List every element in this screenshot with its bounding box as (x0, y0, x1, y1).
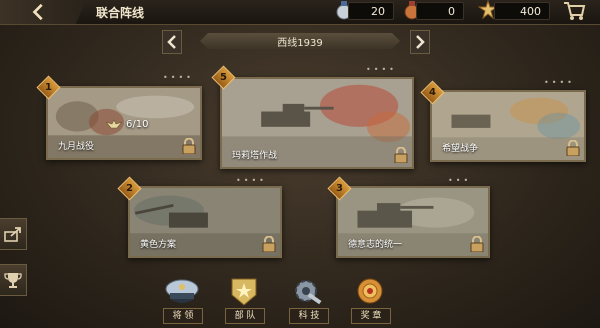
general-cap-icon (165, 279, 199, 303)
lock-icon (470, 236, 484, 252)
trophy-icon (4, 273, 22, 288)
mission-progress: 6/10 (106, 118, 148, 130)
trophy-button[interactable] (0, 264, 27, 296)
chevron-right-icon (416, 35, 425, 49)
generals-label: 将 领 (163, 308, 203, 324)
mission-name: 希望战争 (442, 144, 479, 154)
mission-name: 玛莉塔作战 (232, 151, 278, 161)
army-label: 部 队 (225, 308, 265, 324)
star-count: 400 (494, 2, 550, 20)
star-rating-dots: •••• (544, 78, 575, 87)
back-arrow-icon (32, 3, 43, 21)
mission-progress-value: 6/10 (126, 118, 149, 130)
mission-card-1[interactable]: 6/10 九月战役 (46, 86, 202, 160)
mission-card-2[interactable]: 黄色方案 (128, 186, 282, 258)
back-button[interactable] (0, 0, 86, 24)
mission-card-3[interactable]: 德意志的统一 (336, 186, 490, 258)
share-icon (4, 227, 21, 242)
silver-count: 20 (348, 2, 394, 20)
army-badge-icon (231, 278, 257, 306)
mission-name: 九月战役 (58, 142, 95, 152)
lock-icon (262, 236, 276, 252)
bronze-count: 0 (416, 2, 464, 20)
shop-cart-icon[interactable] (562, 0, 586, 22)
star-rating-dots: •••• (236, 176, 267, 185)
star-rating-dots: ••• (448, 176, 472, 185)
wings-badge-icon (106, 119, 122, 129)
mission-card-5[interactable]: 玛莉塔作战 (220, 77, 414, 169)
lock-icon (566, 140, 580, 156)
chevron-left-icon (167, 35, 176, 49)
medals-button[interactable]: 奖 章 (348, 277, 392, 325)
next-chapter-button[interactable] (410, 30, 430, 54)
star-rating-dots: •••• (366, 65, 397, 74)
tech-label: 科 技 (289, 308, 329, 324)
gear-wrench-icon (295, 280, 322, 305)
lock-icon (394, 147, 408, 163)
lock-icon (182, 138, 196, 154)
medal-icon (357, 278, 383, 304)
medals-label: 奖 章 (351, 308, 391, 324)
share-button[interactable] (0, 218, 27, 250)
mission-name: 黄色方案 (140, 240, 177, 250)
prev-chapter-button[interactable] (162, 30, 182, 54)
top-bar: 联合阵线 20 0 400 (0, 0, 600, 25)
mission-name: 德意志的统一 (348, 240, 403, 250)
page-title: 联合阵线 (96, 6, 145, 20)
tech-button[interactable]: 科 技 (286, 277, 330, 325)
generals-button[interactable]: 将 领 (160, 277, 204, 325)
chapter-title: 西线1939 (200, 33, 400, 49)
army-button[interactable]: 部 队 (222, 277, 266, 325)
mission-card-4[interactable]: 希望战争 (430, 90, 586, 162)
star-rating-dots: •••• (163, 73, 194, 82)
